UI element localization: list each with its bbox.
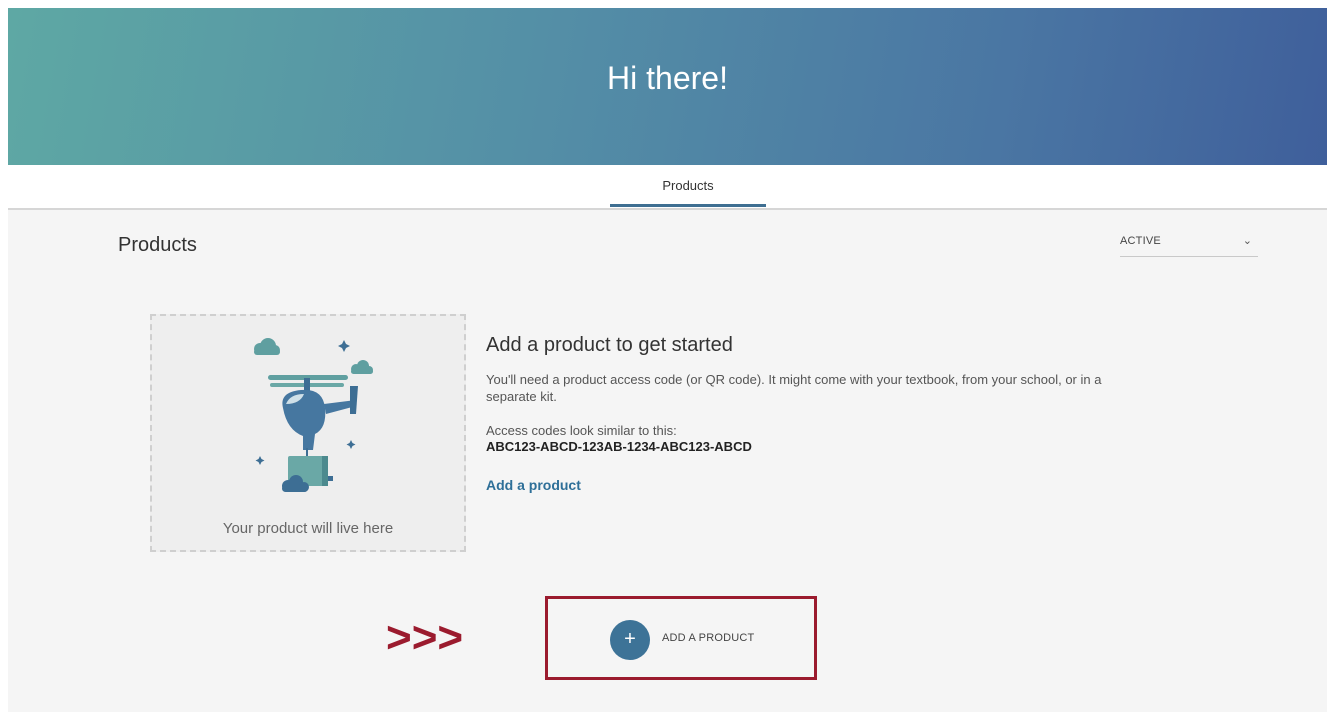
hero-title: Hi there! [607, 60, 728, 96]
status-filter-select[interactable]: ACTIVE ⌄ [1120, 234, 1258, 257]
product-placeholder-card: Your product will live here [150, 314, 466, 552]
add-product-link[interactable]: Add a product [486, 477, 581, 493]
tab-bar: Products [8, 165, 1327, 210]
chevron-down-icon: ⌄ [1242, 235, 1252, 247]
section-title: Products [118, 234, 197, 256]
placeholder-caption: Your product will live here [222, 520, 394, 537]
get-started-description: You'll need a product access code (or QR… [486, 372, 1102, 404]
tab-products[interactable]: Products [610, 165, 766, 207]
get-started-heading: Add a product to get started [486, 334, 733, 356]
annotation-arrows: >>> [386, 613, 464, 662]
get-started-panel: Add a product to get started You'll need… [486, 334, 1146, 495]
hero-banner: Hi there! [8, 8, 1327, 165]
access-code-label: Access codes look similar to this: [486, 423, 677, 438]
add-product-button-label: ADD A PRODUCT [662, 632, 755, 644]
page-frame: Hi there! Products Products ACTIVE ⌄ You… [8, 8, 1327, 712]
status-filter-value: ACTIVE [1120, 235, 1161, 247]
access-code-example: ABC123-ABCD-123AB-1234-ABC123-ABCD [486, 439, 752, 454]
helicopter-illustration-icon [254, 338, 373, 492]
plus-icon: + [610, 620, 650, 660]
